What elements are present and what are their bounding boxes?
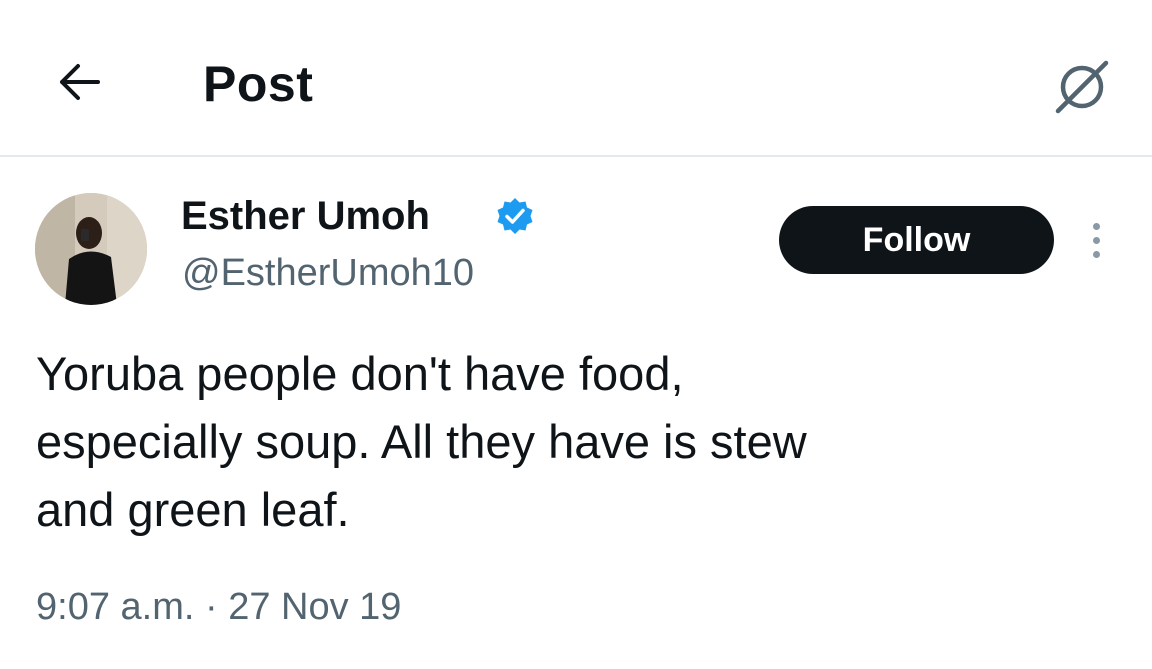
author-name[interactable]: Esther Umoh <box>181 190 430 242</box>
follow-button[interactable]: Follow <box>779 206 1054 274</box>
grok-icon <box>1055 60 1109 114</box>
grok-button[interactable] <box>1050 56 1114 116</box>
more-options-button[interactable] <box>1076 212 1116 268</box>
top-bar: Post <box>0 0 1152 157</box>
verified-badge-icon <box>497 198 533 234</box>
page-title: Post <box>203 56 314 112</box>
avatar-photo <box>35 193 147 305</box>
more-vertical-icon <box>1092 222 1100 230</box>
author-handle[interactable]: @EstherUmoh10 <box>182 248 474 298</box>
post-text: Yoruba people don't have food, especiall… <box>36 347 807 536</box>
post-timestamp[interactable]: 9:07 a.m. · 27 Nov 19 <box>36 582 401 632</box>
more-vertical-icon-dot <box>1092 250 1100 258</box>
back-button[interactable] <box>48 56 108 108</box>
arrow-left-icon <box>60 64 100 100</box>
avatar[interactable] <box>35 193 147 305</box>
more-vertical-icon-dot <box>1092 236 1100 244</box>
